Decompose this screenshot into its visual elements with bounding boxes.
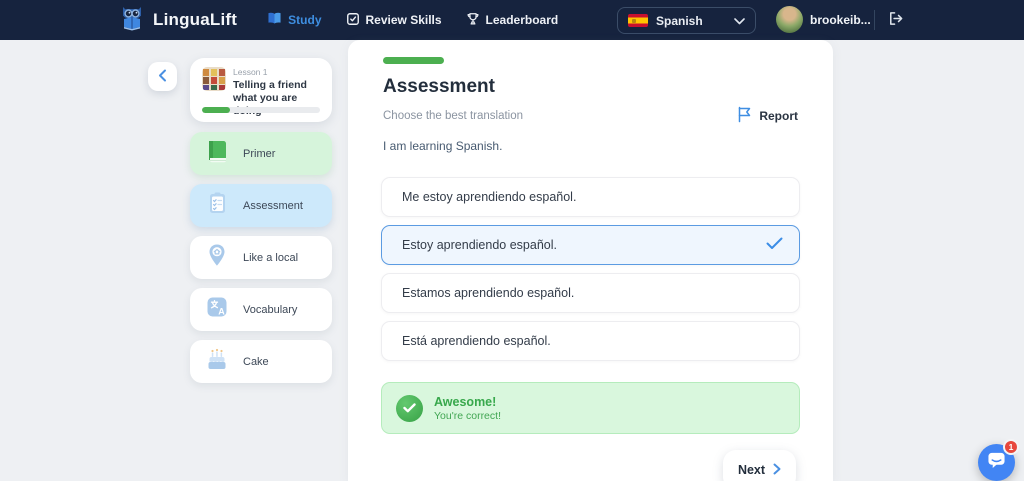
lesson-thumbnail [202,67,226,91]
user-name: brookeib... [810,12,871,27]
app-window: LinguaLift Study Review Skills Leaderboa… [0,0,1024,481]
check-circle-icon [396,394,423,422]
translate-icon: A [204,294,230,326]
user-menu[interactable]: brookeib... [776,6,871,33]
primary-nav: Study Review Skills Leaderboard [267,12,558,29]
next-button[interactable]: Next [723,450,796,481]
sidebar-item-assessment[interactable]: Assessment [190,184,332,227]
answer-option-selected[interactable]: Estoy aprendiendo español. [381,225,800,265]
feedback-banner: Awesome! You're correct! [381,382,800,434]
chevron-down-icon [734,14,745,28]
avatar [776,6,803,33]
quiz-progress-bar [383,57,444,64]
nav-item-label: Leaderboard [485,13,559,27]
language-selector-value: Spanish [656,13,703,28]
brand-name: LinguaLift [153,10,238,29]
feedback-subtitle: You're correct! [434,409,501,422]
answer-option-text: Está aprendiendo español. [402,334,551,348]
answer-option-text: Estamos aprendiendo español. [402,286,575,300]
sidebar-item-label: Vocabulary [243,303,298,316]
clipboard-icon [204,190,230,222]
chevron-left-icon [158,69,167,85]
answer-option[interactable]: Está aprendiendo español. [381,321,800,361]
lesson-progress-fill [202,107,231,113]
answer-option[interactable]: Me estoy aprendiendo español. [381,177,800,217]
assessment-panel: Assessment Choose the best translation R… [348,40,833,481]
report-button[interactable]: Report [737,106,798,126]
chevron-right-icon [773,463,781,478]
answer-option-text: Me estoy aprendiendo español. [402,190,577,204]
nav-item-label: Review Skills [365,13,442,27]
notification-badge: 1 [1003,439,1019,455]
instruction-text: Choose the best translation [383,110,524,122]
spain-flag-icon [628,14,648,27]
lesson-card[interactable]: Lesson 1 Telling a friend what you are d… [190,58,332,122]
next-button-label: Next [737,463,766,477]
flag-icon [737,106,752,126]
sidebar-item-label: Primer [243,147,276,160]
answer-option-text: Estoy aprendiendo español. [402,238,557,252]
answer-options: Me estoy aprendiendo español. Estoy apre… [381,177,800,361]
page-title: Assessment [383,76,495,97]
trophy-icon [466,12,480,29]
feedback-title: Awesome! [434,394,497,409]
nav-item-label: Study [288,13,322,27]
sidebar-item-cake[interactable]: Cake [190,340,332,383]
report-label: Report [759,109,798,123]
sidebar-item-vocabulary[interactable]: A Vocabulary [190,288,332,331]
chat-launcher[interactable]: 1 [978,439,1019,481]
brand[interactable]: LinguaLift [118,4,237,36]
nav-item-review-skills[interactable]: Review Skills [346,12,442,29]
svg-text:A: A [218,306,225,316]
back-button[interactable] [148,62,177,91]
nav-item-leaderboard[interactable]: Leaderboard [466,12,559,29]
answer-option[interactable]: Estamos aprendiendo español. [381,273,800,313]
lesson-steps: Primer Assessment Like a local A Vocabul… [190,132,332,383]
sidebar-item-like-a-local[interactable]: Like a local [190,236,332,279]
language-selector[interactable]: Spanish [617,7,756,34]
top-navbar: LinguaLift Study Review Skills Leaderboa… [0,0,1024,40]
check-icon [766,237,783,253]
lesson-progress-bar [202,107,320,113]
sidebar-item-label: Assessment [243,199,303,212]
sidebar-item-primer[interactable]: Primer [190,132,332,175]
question-text: I am learning Spanish. [383,139,503,153]
lesson-eyebrow: Lesson 1 [233,67,268,77]
map-pin-house-icon [204,242,230,274]
logout-icon[interactable] [887,10,904,32]
content-area: Lesson 1 Telling a friend what you are d… [0,40,1024,481]
sidebar-item-label: Cake [243,355,269,368]
green-book-icon [204,138,230,170]
open-book-icon [267,12,282,28]
owl-logo-icon [118,4,146,36]
cake-icon [204,346,230,378]
nav-item-study[interactable]: Study [267,12,322,28]
checkbox-icon [346,12,360,29]
chat-bubble-icon [987,451,1006,474]
sidebar-item-label: Like a local [243,251,299,264]
navbar-divider [874,10,875,30]
